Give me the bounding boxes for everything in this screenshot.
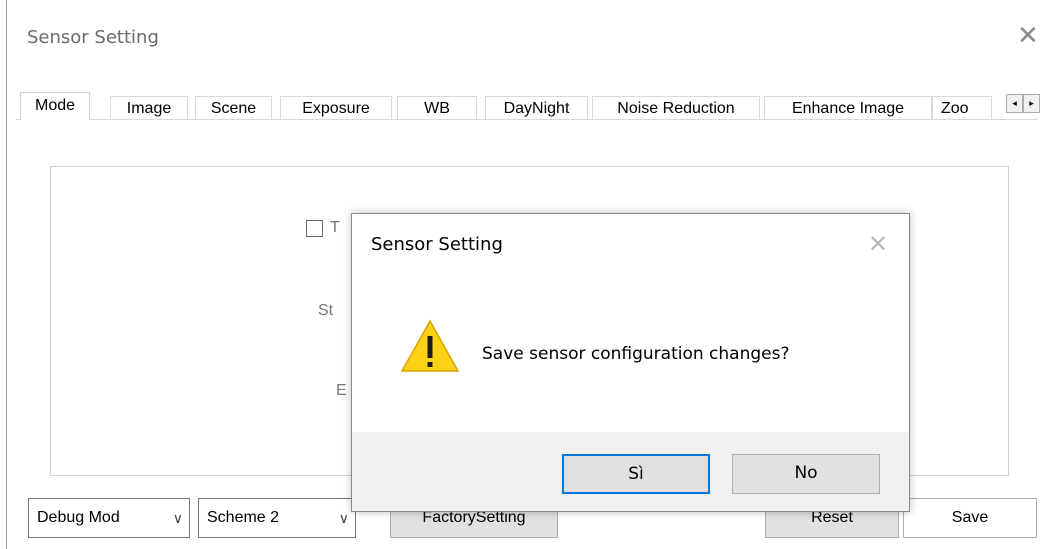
debug-mode-value: Debug Mod <box>37 509 120 526</box>
tab-scene[interactable]: Scene <box>195 96 272 119</box>
tab-enhance-image[interactable]: Enhance Image <box>764 96 932 119</box>
scheme-select[interactable]: Scheme 2 ∨ <box>198 498 356 538</box>
yes-button[interactable]: Sì <box>562 454 710 494</box>
tab-zoom[interactable]: Zoo <box>932 96 992 119</box>
checkbox-label-partial: T <box>330 219 340 236</box>
tab-image[interactable]: Image <box>110 96 188 119</box>
tab-strip-line <box>16 119 1038 120</box>
setting-label-partial-2: E <box>336 382 347 399</box>
tab-exposure[interactable]: Exposure <box>280 96 392 119</box>
tab-daynight[interactable]: DayNight <box>485 96 588 119</box>
tab-scroll-right-icon[interactable]: ▸ <box>1023 94 1040 113</box>
window-close-icon[interactable]: ✕ <box>1017 22 1039 48</box>
confirm-dialog: Sensor Setting ✕ Save sensor configurati… <box>351 213 910 512</box>
no-button[interactable]: No <box>732 454 880 494</box>
tab-scroll-left-icon[interactable]: ◂ <box>1006 94 1023 113</box>
save-button[interactable]: Save <box>903 498 1037 538</box>
scheme-value: Scheme 2 <box>207 509 280 526</box>
warning-icon <box>400 319 460 372</box>
tab-mode[interactable]: Mode <box>20 92 90 120</box>
dialog-message: Save sensor configuration changes? <box>482 344 790 364</box>
chevron-down-icon: ∨ <box>338 510 349 526</box>
tab-wb[interactable]: WB <box>397 96 477 119</box>
setting-label-partial: St <box>318 302 334 319</box>
mode-checkbox[interactable] <box>306 220 323 237</box>
debug-mode-select[interactable]: Debug Mod ∨ <box>28 498 190 538</box>
tab-noise-reduction[interactable]: Noise Reduction <box>592 96 760 119</box>
chevron-down-icon: ∨ <box>172 510 183 526</box>
dialog-close-icon[interactable]: ✕ <box>868 230 888 259</box>
window-title: Sensor Setting <box>27 27 159 48</box>
dialog-title: Sensor Setting <box>371 234 503 255</box>
